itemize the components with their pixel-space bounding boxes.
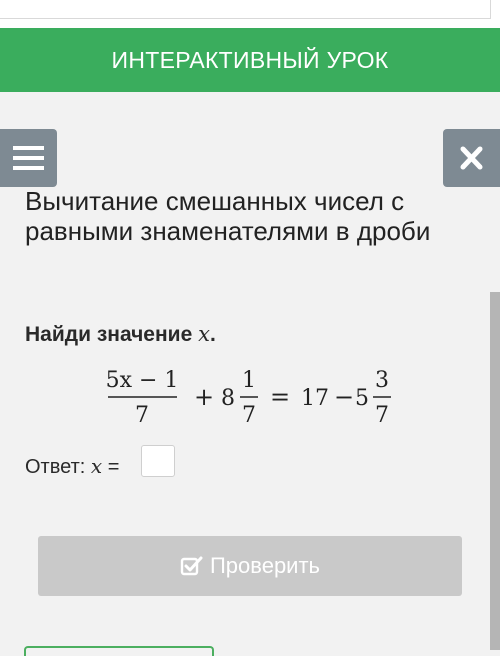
plus-sign: + [194,383,214,411]
answer-label-text: Ответ: [25,456,86,478]
task-variable: x [198,322,210,346]
fraction1-denominator: 7 [242,403,256,428]
left-numerator: 5x − 1 [106,368,179,393]
banner-title: ИНТЕРАКТИВНЫЙ УРОК [111,47,389,73]
answer-equals: = [107,456,120,478]
close-button[interactable] [443,129,500,187]
hamburger-icon [13,146,44,170]
check-button[interactable]: Проверить [38,536,462,596]
answer-label: Ответ: x = [25,454,119,479]
fraction2-denominator: 7 [375,403,389,428]
scrollbar[interactable] [490,292,500,650]
task-period: . [209,323,216,346]
minus-sign: − [334,383,354,411]
task-prompt-text: Найди значение [25,323,193,346]
checkbox-check-icon [180,556,203,576]
bottom-button[interactable] [24,646,214,656]
fraction2-numerator: 3 [375,368,389,393]
lesson-banner: ИНТЕРАКТИВНЫЙ УРОК [0,28,500,92]
left-denominator: 7 [135,403,149,428]
whole-number-2: 5 [355,386,369,411]
right-whole-number: 17 [301,386,329,411]
fraction1-numerator: 1 [242,368,256,393]
close-icon [460,146,483,170]
answer-input[interactable] [141,445,175,477]
lesson-title: Вычитание смешанных чисел с равными знам… [25,186,431,246]
answer-variable: x [90,454,103,478]
top-strip [0,0,500,28]
top-field [0,0,491,19]
whole-number-1: 8 [221,386,235,411]
task-prompt: Найди значение x. [25,322,216,347]
menu-button[interactable] [0,129,57,187]
check-button-label: Проверить [209,553,321,578]
equals-sign: = [270,383,290,411]
equation: 5x − 1 7 + 8 1 7 = 17 − 5 3 7 [106,368,391,428]
